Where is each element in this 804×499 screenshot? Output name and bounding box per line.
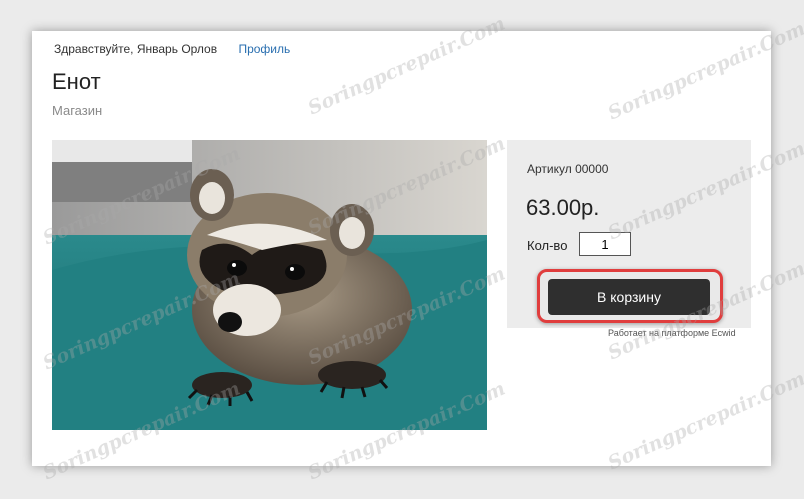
cart-button-highlight: В корзину bbox=[537, 269, 723, 323]
add-to-cart-button[interactable]: В корзину bbox=[548, 279, 710, 315]
powered-by-text[interactable]: Работает на платформе Ecwid bbox=[608, 328, 736, 338]
product-title: Енот bbox=[52, 69, 101, 94]
product-card: Здравствуйте, Январь Орлов Профиль Енот … bbox=[32, 31, 771, 466]
raccoon-illustration bbox=[52, 140, 487, 430]
profile-link[interactable]: Профиль bbox=[238, 42, 290, 56]
quantity-label: Кол-во bbox=[527, 238, 568, 253]
quantity-input[interactable] bbox=[579, 232, 631, 256]
price-text: 63.00р. bbox=[526, 195, 600, 220]
greeting-text: Здравствуйте, Январь Орлов bbox=[54, 42, 218, 56]
sku-text: Артикул 00000 bbox=[527, 162, 609, 176]
product-image[interactable] bbox=[52, 140, 487, 430]
purchase-panel: Артикул 00000 63.00р. Кол-во В корзину bbox=[507, 140, 751, 328]
user-bar: Здравствуйте, Январь Орлов Профиль bbox=[54, 42, 290, 56]
breadcrumb-store[interactable]: Магазин bbox=[52, 103, 102, 118]
